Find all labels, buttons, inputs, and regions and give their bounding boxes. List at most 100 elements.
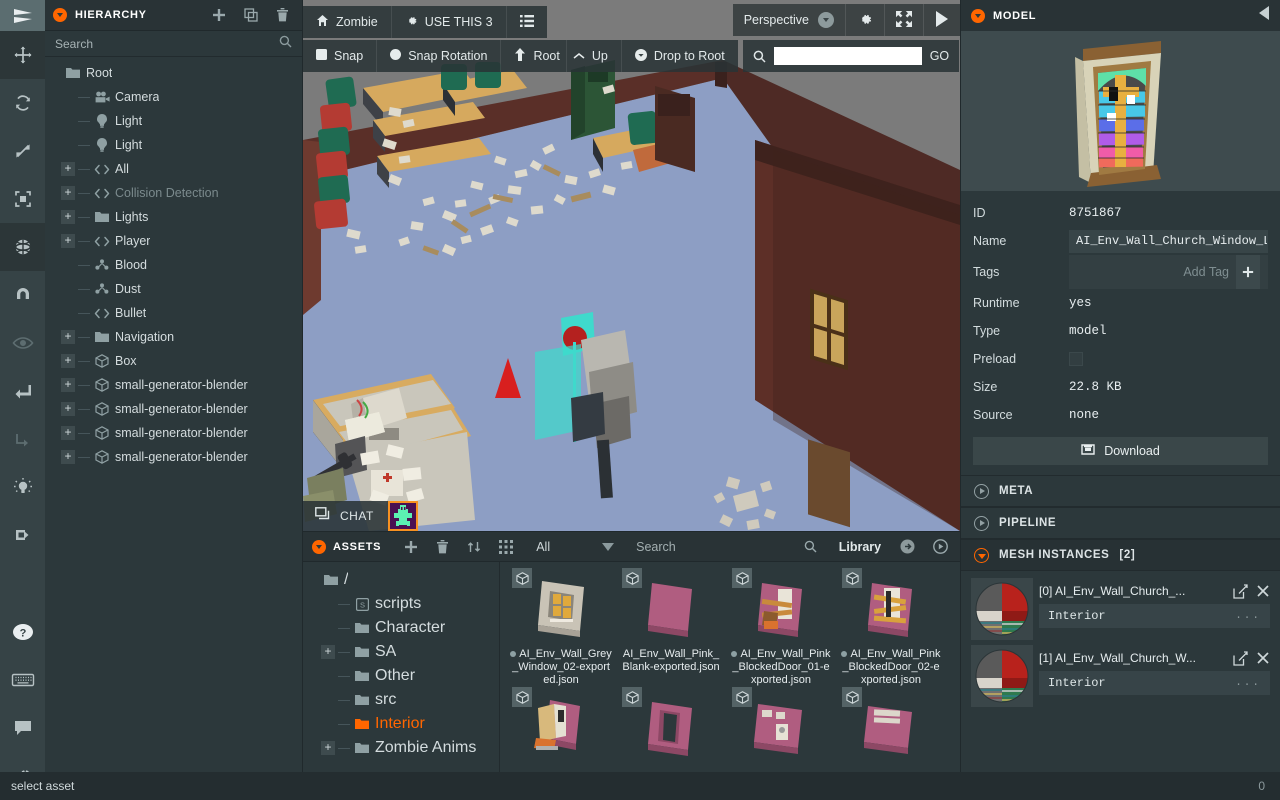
library-button[interactable]: Library: [839, 540, 881, 554]
chevron-down-icon[interactable]: [602, 538, 615, 556]
material-slot[interactable]: Interior...: [1039, 671, 1270, 695]
duplicate-entity-icon[interactable]: [239, 8, 263, 22]
viewport-search-input[interactable]: [773, 47, 922, 65]
search-icon[interactable]: [804, 540, 817, 553]
play-circle-icon[interactable]: [924, 539, 949, 554]
magnet-snap-icon[interactable]: [0, 271, 45, 319]
chat-icon[interactable]: [0, 704, 45, 752]
translate-gizmo-icon[interactable]: [0, 31, 45, 79]
assets-folder-item[interactable]: Interior: [303, 712, 499, 736]
go-button[interactable]: GO: [930, 49, 949, 63]
translate-to-parent-icon[interactable]: [0, 367, 45, 415]
assets-folder-item[interactable]: Sscripts: [303, 592, 499, 616]
store-icon[interactable]: [891, 539, 924, 554]
hierarchy-item[interactable]: Bullet: [45, 301, 302, 325]
hierarchy-item[interactable]: Blood: [45, 253, 302, 277]
reparent-icon[interactable]: [0, 415, 45, 463]
scale-gizmo-icon[interactable]: [0, 127, 45, 175]
expand-toggle-icon[interactable]: +: [61, 402, 75, 416]
asset-grid-item[interactable]: AI_Env_Wall_Pink_BlockedDoor_02-exported…: [836, 568, 946, 687]
remove-material-icon[interactable]: [1256, 584, 1270, 598]
expand-toggle-icon[interactable]: +: [61, 354, 75, 368]
resize-gizmo-icon[interactable]: [0, 175, 45, 223]
hierarchy-item[interactable]: Dust: [45, 277, 302, 301]
chat-button[interactable]: CHAT: [303, 501, 388, 531]
scene-list-button[interactable]: [507, 6, 547, 38]
camera-select[interactable]: Perspective: [733, 4, 846, 36]
collapse-panel-icon[interactable]: [1258, 6, 1270, 25]
material-menu-icon[interactable]: ...: [1235, 677, 1261, 689]
material-menu-icon[interactable]: ...: [1235, 610, 1261, 622]
asset-grid-item[interactable]: AI_Env_Wall_Grey_Window_02-exported.json: [506, 568, 616, 687]
section-meta[interactable]: META: [961, 475, 1280, 507]
expand-toggle-icon[interactable]: +: [61, 186, 75, 200]
asset-grid-item[interactable]: AI_Env_Wall_Pink_BlockedDoor_01-exported…: [726, 568, 836, 687]
hierarchy-item[interactable]: + small-generator-blender: [45, 445, 302, 469]
material-slot[interactable]: Interior...: [1039, 604, 1270, 628]
add-asset-icon[interactable]: [395, 540, 427, 554]
assets-panel-toggle-icon[interactable]: [312, 539, 326, 554]
add-entity-icon[interactable]: [207, 8, 231, 22]
hierarchy-item[interactable]: + Navigation: [45, 325, 302, 349]
help-icon[interactable]: ?: [0, 608, 45, 656]
section-pipeline[interactable]: PIPELINE: [961, 507, 1280, 539]
scene-name-button[interactable]: Zombie: [303, 6, 392, 38]
panel-toggle-icon[interactable]: [53, 8, 67, 22]
assets-folder-item[interactable]: + Zombie Anims: [303, 736, 499, 760]
asset-grid-item[interactable]: [506, 687, 616, 767]
expand-toggle-icon[interactable]: +: [321, 645, 335, 659]
expand-toggle-icon[interactable]: +: [61, 162, 75, 176]
upload-asset-icon[interactable]: [458, 540, 490, 554]
assets-folder-item[interactable]: Character: [303, 616, 499, 640]
asset-grid-item[interactable]: [616, 687, 726, 767]
keyboard-shortcuts-icon[interactable]: [0, 656, 45, 704]
edit-material-icon[interactable]: [1233, 583, 1248, 599]
download-button[interactable]: Download: [973, 437, 1268, 465]
expand-toggle-icon[interactable]: +: [61, 426, 75, 440]
asset-grid-item[interactable]: [836, 687, 946, 767]
hierarchy-item[interactable]: + small-generator-blender: [45, 373, 302, 397]
snap-toggle[interactable]: Snap: [303, 40, 378, 72]
preload-checkbox[interactable]: [1069, 352, 1083, 366]
hierarchy-item[interactable]: Light: [45, 109, 302, 133]
add-tag-button[interactable]: [1236, 255, 1260, 289]
hierarchy-item[interactable]: + Collision Detection: [45, 181, 302, 205]
playcanvas-logo-icon[interactable]: [0, 0, 45, 31]
hierarchy-item[interactable]: Camera: [45, 85, 302, 109]
inspector-panel-toggle-icon[interactable]: [971, 8, 985, 23]
expand-toggle-icon[interactable]: +: [61, 234, 75, 248]
hierarchy-item[interactable]: + small-generator-blender: [45, 421, 302, 445]
name-field[interactable]: AI_Env_Wall_Church_Window_Large-e: [1069, 229, 1268, 253]
delete-asset-icon[interactable]: [427, 539, 458, 554]
snap-rotation-toggle[interactable]: Snap Rotation: [377, 40, 502, 72]
remove-material-icon[interactable]: [1256, 651, 1270, 665]
expand-toggle-icon[interactable]: +: [61, 378, 75, 392]
hierarchy-item[interactable]: + Lights: [45, 205, 302, 229]
import-icon[interactable]: [0, 511, 45, 559]
delete-entity-icon[interactable]: [271, 8, 294, 22]
hierarchy-item[interactable]: + small-generator-blender: [45, 397, 302, 421]
lightmap-bake-icon[interactable]: [0, 463, 45, 511]
expand-toggle-icon[interactable]: +: [61, 210, 75, 224]
section-mesh-instances[interactable]: MESH INSTANCES [2]: [961, 539, 1280, 571]
rotate-gizmo-icon[interactable]: [0, 79, 45, 127]
hierarchy-item[interactable]: + All: [45, 157, 302, 181]
asset-grid-item[interactable]: AI_Env_Wall_Pink_Blank-exported.json: [616, 568, 726, 687]
edit-material-icon[interactable]: [1233, 650, 1248, 666]
hierarchy-item[interactable]: Root: [45, 61, 302, 85]
root-button[interactable]: Root: [501, 40, 567, 72]
assets-folder-item[interactable]: + SA: [303, 640, 499, 664]
expand-toggle-icon[interactable]: +: [61, 330, 75, 344]
world-space-icon[interactable]: [0, 223, 45, 271]
viewport-settings-button[interactable]: [846, 4, 885, 36]
asset-search-placeholder[interactable]: Search: [636, 540, 676, 554]
avatar[interactable]: [387, 501, 418, 531]
visibility-eye-icon[interactable]: [0, 319, 45, 367]
asset-filter-label[interactable]: All: [536, 540, 550, 554]
drop-to-root-button[interactable]: Drop to Root: [622, 40, 738, 72]
3d-viewport[interactable]: Zombie USE THIS 3 Snap Snap Rotation Roo…: [303, 0, 960, 531]
up-button[interactable]: Up: [567, 40, 622, 72]
hierarchy-item[interactable]: + Box: [45, 349, 302, 373]
assets-folder-item[interactable]: src: [303, 688, 499, 712]
hierarchy-item[interactable]: + Player: [45, 229, 302, 253]
